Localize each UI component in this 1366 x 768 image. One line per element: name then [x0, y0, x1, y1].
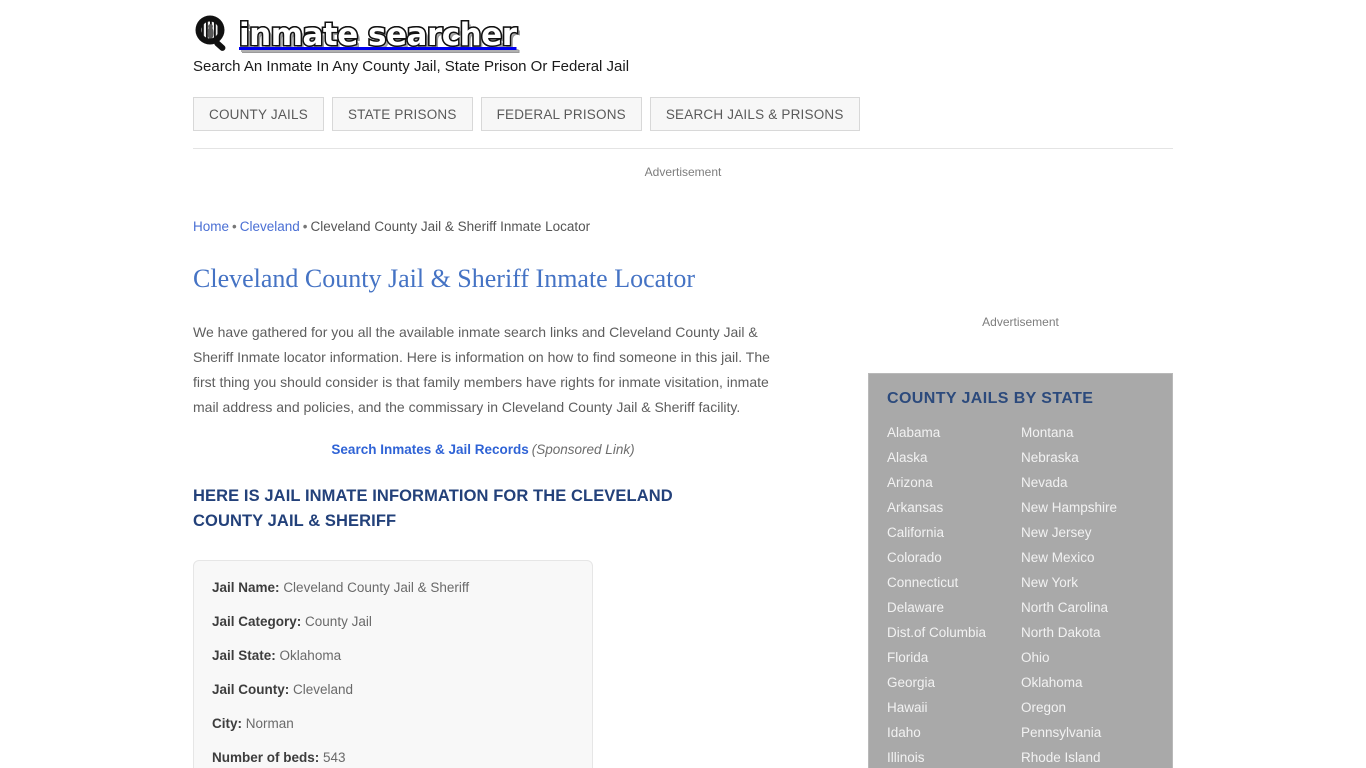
- breadcrumb-link-cleveland[interactable]: Cleveland: [240, 219, 300, 234]
- breadcrumb-link-home[interactable]: Home: [193, 219, 229, 234]
- site-tagline: Search An Inmate In Any County Jail, Sta…: [193, 58, 630, 75]
- state-link-idaho[interactable]: Idaho: [887, 720, 1021, 745]
- info-row-jail-category: Jail Category: County Jail: [212, 613, 576, 630]
- state-link-alabama[interactable]: Alabama: [887, 420, 1021, 445]
- site-header: inmate searcher Search An Inmate In Any …: [193, 0, 1173, 96]
- header-divider: [193, 148, 1173, 149]
- magnifier-prison-bars-icon: [193, 14, 235, 56]
- page-root: inmate searcher Search An Inmate In Any …: [0, 0, 1366, 768]
- info-label-city: City:: [212, 716, 242, 731]
- info-row-city: City: Norman: [212, 715, 576, 732]
- state-link-north-dakota[interactable]: North Dakota: [1021, 620, 1172, 645]
- state-link-ohio[interactable]: Ohio: [1021, 645, 1172, 670]
- state-link-california[interactable]: California: [887, 520, 1021, 545]
- state-link-delaware[interactable]: Delaware: [887, 595, 1021, 620]
- nav-tab-federal-prisons[interactable]: FEDERAL PRISONS: [480, 97, 642, 131]
- info-row-jail-county: Jail County: Cleveland: [212, 681, 576, 698]
- breadcrumb-separator-2: •: [302, 219, 308, 234]
- info-row-jail-state: Jail State: Oklahoma: [212, 647, 576, 664]
- state-link-florida[interactable]: Florida: [887, 645, 1021, 670]
- state-link-arizona[interactable]: Arizona: [887, 470, 1021, 495]
- sponsored-link-row: Search Inmates & Jail Records (Sponsored …: [193, 442, 773, 457]
- primary-nav: COUNTY JAILS STATE PRISONS FEDERAL PRISO…: [193, 97, 860, 131]
- breadcrumb-current: Cleveland County Jail & Sheriff Inmate L…: [310, 219, 591, 234]
- sidebar-advertisement-label: Advertisement: [982, 315, 1059, 329]
- state-link-montana[interactable]: Montana: [1021, 420, 1172, 445]
- sponsored-search-link[interactable]: Search Inmates & Jail Records: [331, 442, 528, 457]
- info-value-jail-category: County Jail: [305, 614, 372, 629]
- state-link-new-jersey[interactable]: New Jersey: [1021, 520, 1172, 545]
- info-label-jail-name: Jail Name:: [212, 580, 280, 595]
- info-label-jail-category: Jail Category:: [212, 614, 302, 629]
- intro-paragraph: We have gathered for you all the availab…: [193, 324, 770, 415]
- nav-tab-state-prisons[interactable]: STATE PRISONS: [331, 97, 473, 131]
- county-jails-by-state-widget: COUNTY JAILS BY STATE Alabama Montana Al…: [868, 373, 1173, 768]
- state-link-oregon[interactable]: Oregon: [1021, 695, 1172, 720]
- nav-tab-search-jails-prisons[interactable]: SEARCH JAILS & PRISONS: [649, 97, 860, 131]
- info-value-jail-state: Oklahoma: [279, 648, 342, 663]
- info-label-jail-county: Jail County:: [212, 682, 290, 697]
- top-advertisement-label: Advertisement: [644, 165, 722, 179]
- page-title: Cleveland County Jail & Sheriff Inmate L…: [193, 264, 696, 293]
- state-link-north-carolina[interactable]: North Carolina: [1021, 595, 1172, 620]
- breadcrumb-separator-1: •: [232, 219, 237, 234]
- nav-tab-county-jails[interactable]: COUNTY JAILS: [193, 97, 324, 131]
- breadcrumb: Home • Cleveland • Cleveland County Jail & S…: [193, 219, 590, 234]
- info-label-number-of-beds: Number of beds:: [212, 750, 320, 765]
- content-wrapper: inmate searcher Search An Inmate In Any …: [193, 0, 1173, 768]
- info-value-jail-county: Cleveland: [293, 682, 354, 697]
- info-row-number-of-beds: Number of beds: 543: [212, 749, 576, 766]
- state-link-oklahoma[interactable]: Oklahoma: [1021, 670, 1172, 695]
- sponsored-link-note: (Sponsored Link): [531, 442, 635, 457]
- state-links-grid: Alabama Montana Alaska Nebraska Arizona …: [869, 420, 1172, 768]
- state-link-pennsylvania[interactable]: Pennsylvania: [1021, 720, 1172, 745]
- state-link-nevada[interactable]: Nevada: [1021, 470, 1172, 495]
- site-logo-text: inmate searcher: [238, 16, 519, 55]
- state-link-illinois[interactable]: Illinois: [887, 745, 1021, 768]
- info-value-jail-name: Cleveland County Jail & Sheriff: [283, 580, 470, 595]
- state-link-georgia[interactable]: Georgia: [887, 670, 1021, 695]
- state-link-new-mexico[interactable]: New Mexico: [1021, 545, 1172, 570]
- state-link-hawaii[interactable]: Hawaii: [887, 695, 1021, 720]
- main-content: Cleveland County Jail & Sheriff Inmate L…: [193, 262, 793, 768]
- state-link-colorado[interactable]: Colorado: [887, 545, 1021, 570]
- info-value-number-of-beds: 543: [323, 750, 346, 765]
- info-value-city: Norman: [245, 716, 294, 731]
- state-link-rhode-island[interactable]: Rhode Island: [1021, 745, 1172, 768]
- state-link-alaska[interactable]: Alaska: [887, 445, 1021, 470]
- section-heading: HERE IS JAIL INMATE INFORMATION FOR THE …: [193, 487, 673, 530]
- state-link-arkansas[interactable]: Arkansas: [887, 495, 1021, 520]
- widget-title: COUNTY JAILS BY STATE: [887, 390, 1094, 407]
- state-link-new-york[interactable]: New York: [1021, 570, 1172, 595]
- state-link-new-hampshire[interactable]: New Hampshire: [1021, 495, 1172, 520]
- state-link-connecticut[interactable]: Connecticut: [887, 570, 1021, 595]
- info-row-jail-name: Jail Name: Cleveland County Jail & Sheri…: [212, 579, 576, 596]
- state-link-nebraska[interactable]: Nebraska: [1021, 445, 1172, 470]
- state-link-dist-of-columbia[interactable]: Dist.of Columbia: [887, 620, 1021, 645]
- info-label-jail-state: Jail State:: [212, 648, 276, 663]
- jail-info-card: Jail Name: Cleveland County Jail & Sheri…: [193, 560, 593, 768]
- site-logo[interactable]: inmate searcher: [193, 14, 519, 56]
